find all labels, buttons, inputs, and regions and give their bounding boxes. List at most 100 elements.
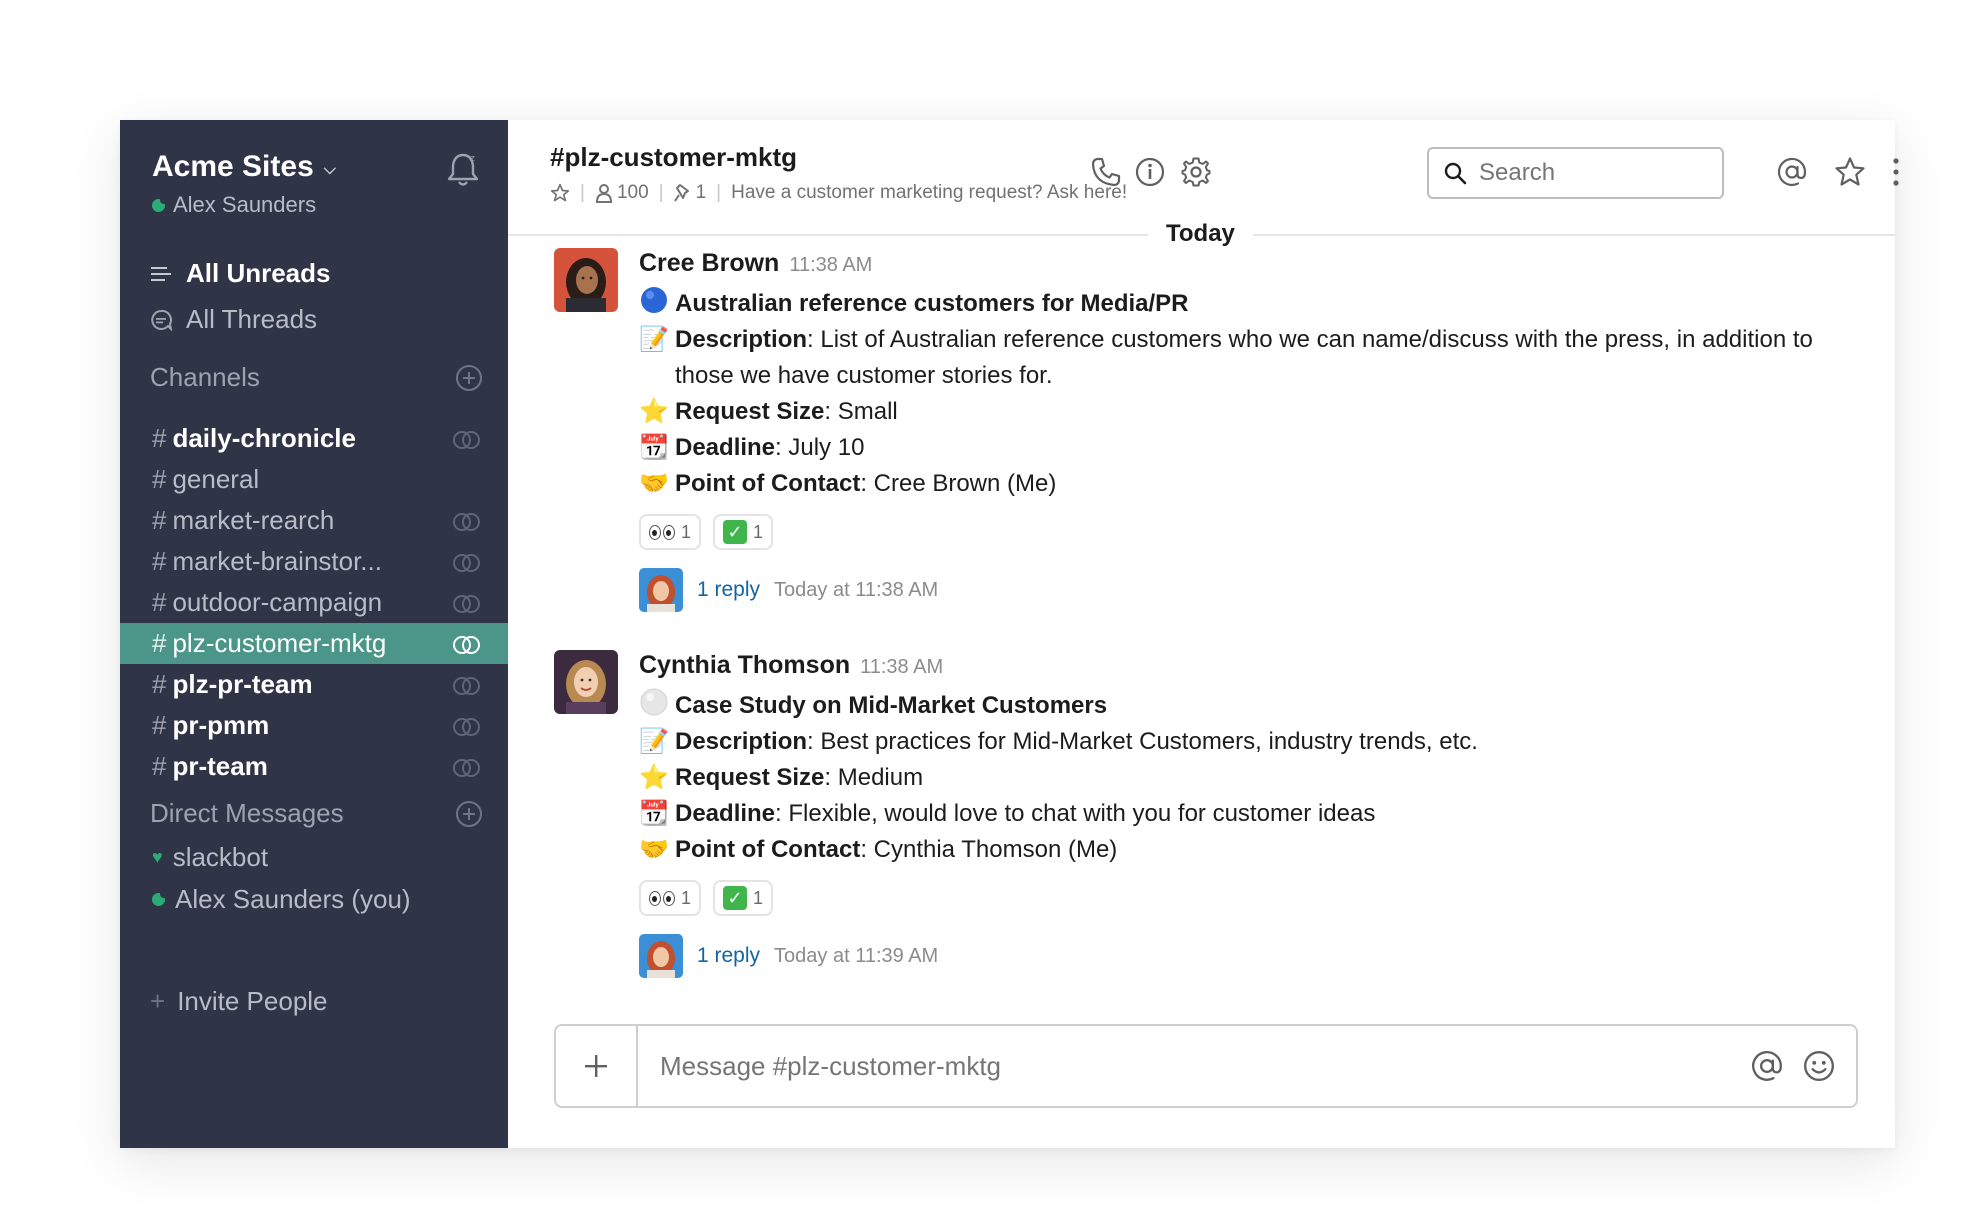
pinned-count[interactable]: 1 [673, 182, 706, 204]
team-menu[interactable]: Acme Sites ⌵ [152, 150, 336, 184]
more-vertical-icon[interactable] [1880, 156, 1912, 188]
message-input[interactable] [638, 1026, 1750, 1106]
mentions-icon[interactable] [1776, 156, 1808, 188]
sidebar-item-plz-pr-team[interactable]: # plz-pr-team [120, 664, 508, 705]
shared-channel-icon [452, 676, 482, 695]
reaction-count: 1 [681, 888, 692, 908]
sidebar-item-plz-customer-mktg[interactable]: # plz-customer-mktg [120, 623, 508, 664]
dm-name: Alex Saunders (you) [175, 884, 411, 914]
field-label: Description [675, 326, 808, 353]
memo-icon: 📝 [639, 326, 669, 353]
nav-all-threads-label: All Threads [186, 304, 318, 334]
info-icon[interactable] [1134, 156, 1166, 188]
attach-button[interactable] [556, 1026, 638, 1106]
sidebar-item-market-brainstorm[interactable]: # market-brainstor... [120, 541, 508, 582]
sidebar-item-pr-pmm[interactable]: # pr-pmm [120, 705, 508, 746]
nav-all-unreads[interactable]: All Unreads [150, 258, 331, 289]
search-box[interactable] [1427, 147, 1724, 199]
avatar-cree-brown [554, 248, 618, 312]
channel-name: daily-chronicle [172, 423, 356, 453]
star-emoji-icon: ⭐ [639, 398, 669, 425]
dm-section-header[interactable]: Direct Messages [150, 798, 482, 829]
reaction-check[interactable]: ✓ 1 [713, 514, 774, 550]
shared-channel-icon [452, 594, 482, 613]
current-user-name: Alex Saunders [173, 192, 317, 217]
hash-icon: # [152, 464, 167, 494]
search-input[interactable] [1479, 159, 1699, 187]
shared-channel-icon [452, 717, 482, 736]
phone-icon[interactable] [1090, 156, 1122, 188]
channel-name: plz-customer-mktg [172, 628, 387, 658]
field-value: : Flexible, would love to chat with you … [775, 800, 1376, 827]
field-label: Point of Contact [675, 470, 861, 497]
field-value: : July 10 [775, 434, 865, 461]
blue-circle-icon [639, 286, 669, 314]
sidebar-item-general[interactable]: # general [120, 459, 508, 500]
white-circle-icon [639, 688, 669, 716]
field-value: : Small [824, 398, 898, 425]
thread-replies[interactable]: 1 reply Today at 11:38 AM [639, 568, 1865, 612]
starred-items-icon[interactable] [1834, 156, 1866, 188]
reaction-check[interactable]: ✓ 1 [713, 880, 774, 916]
reply-count-link[interactable]: 1 reply [697, 572, 760, 608]
channel-name: plz-pr-team [172, 669, 313, 699]
reply-count-link[interactable]: 1 reply [697, 938, 760, 974]
chevron-down-icon: ⌵ [323, 161, 336, 178]
channel-title[interactable]: #plz-customer-mktg [550, 142, 797, 173]
sidebar-item-pr-team[interactable]: # pr-team [120, 746, 508, 787]
dm-item-self[interactable]: Alex Saunders (you) [152, 884, 411, 915]
message-timestamp[interactable]: 11:38 AM [860, 656, 943, 678]
gear-icon[interactable] [1180, 156, 1212, 188]
star-icon[interactable] [550, 183, 570, 203]
sidebar-item-market-rearch[interactable]: # market-rearch [120, 500, 508, 541]
message-composer [554, 1024, 1858, 1108]
reaction-eyes[interactable]: 1 [639, 880, 702, 916]
person-icon [595, 184, 612, 203]
hash-icon: # [152, 423, 167, 453]
emoji-picker-icon[interactable] [1802, 1049, 1836, 1083]
field-label: Deadline [675, 434, 776, 461]
avatar[interactable] [554, 650, 618, 714]
eyes-icon [649, 890, 675, 906]
field-label: Description [675, 728, 808, 755]
reaction-eyes[interactable]: 1 [639, 514, 702, 550]
invite-people-button[interactable]: + Invite People [150, 986, 328, 1017]
field-label: Request Size [675, 398, 825, 425]
mention-icon[interactable] [1750, 1049, 1784, 1083]
channel-topic[interactable]: Have a customer marketing request? Ask h… [731, 182, 1127, 204]
message-sender[interactable]: Cynthia Thomson [639, 651, 850, 679]
sidebar-item-outdoor-campaign[interactable]: # outdoor-campaign [120, 582, 508, 623]
message-timestamp[interactable]: 11:38 AM [789, 254, 872, 276]
channels-section-header[interactable]: Channels [150, 362, 482, 393]
search-icon [1444, 162, 1467, 185]
reactions: 1 ✓ 1 [639, 514, 1865, 550]
shared-channel-icon [452, 758, 482, 777]
avatar[interactable] [554, 248, 618, 312]
star-emoji-icon: ⭐ [639, 764, 669, 791]
channel-name: pr-team [172, 751, 268, 781]
memo-icon: 📝 [639, 728, 669, 755]
bell-icon[interactable]: z [445, 150, 481, 188]
member-count[interactable]: 100 [595, 182, 649, 204]
field-value: : Medium [824, 764, 924, 791]
field-value: : List of Australian reference customers… [675, 326, 1813, 389]
sidebar-item-daily-chronicle[interactable]: # daily-chronicle [120, 418, 508, 459]
nav-all-threads[interactable]: All Threads [150, 304, 317, 335]
message-sender[interactable]: Cree Brown [639, 249, 779, 277]
hash-icon: # [152, 710, 167, 740]
presence-icon [152, 890, 168, 906]
shared-channel-icon [452, 512, 482, 531]
channel-meta: | 100 | 1 | Have a customer marketing re… [550, 182, 1127, 204]
calendar-icon: 📆 [639, 800, 669, 827]
current-user[interactable]: Alex Saunders [152, 192, 316, 218]
channel-name: market-brainstor... [172, 546, 382, 576]
add-dm-icon[interactable] [456, 800, 482, 827]
request-title: Australian reference customers for Media… [675, 290, 1189, 317]
shared-channel-icon [452, 430, 482, 449]
reaction-count: 1 [681, 522, 692, 542]
hash-icon: # [152, 669, 167, 699]
add-channel-icon[interactable] [456, 364, 482, 391]
reply-avatar [639, 934, 683, 978]
dm-item-slackbot[interactable]: ♥ slackbot [152, 842, 268, 873]
thread-replies[interactable]: 1 reply Today at 11:39 AM [639, 934, 1865, 978]
